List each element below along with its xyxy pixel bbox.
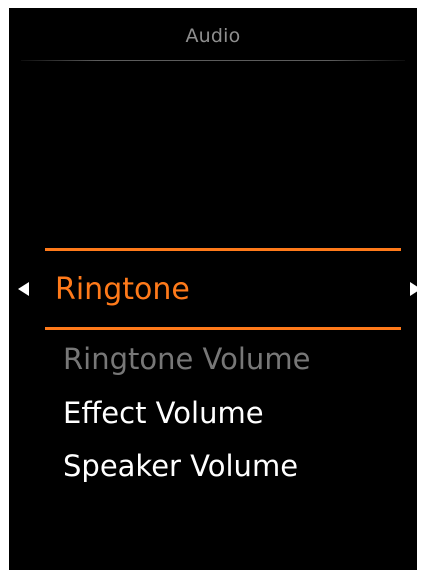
menu-item-speaker-volume[interactable]: Speaker Volume xyxy=(63,441,298,491)
selector-top-line xyxy=(45,248,401,251)
header: Audio xyxy=(9,8,417,64)
selector-value: Ringtone xyxy=(55,272,190,307)
menu-item-ringtone-volume[interactable]: Ringtone Volume xyxy=(63,334,310,384)
header-divider xyxy=(21,60,405,61)
selector-bottom-line xyxy=(45,327,401,330)
menu-item-effect-volume[interactable]: Effect Volume xyxy=(63,388,264,438)
audio-screen: Audio Ringtone Ringtone Volume Effect Vo… xyxy=(9,8,417,570)
ringtone-selector[interactable]: Ringtone xyxy=(9,248,417,334)
triangle-left-icon[interactable] xyxy=(18,282,29,296)
triangle-right-icon[interactable] xyxy=(410,282,417,296)
page-title: Audio xyxy=(185,25,241,47)
